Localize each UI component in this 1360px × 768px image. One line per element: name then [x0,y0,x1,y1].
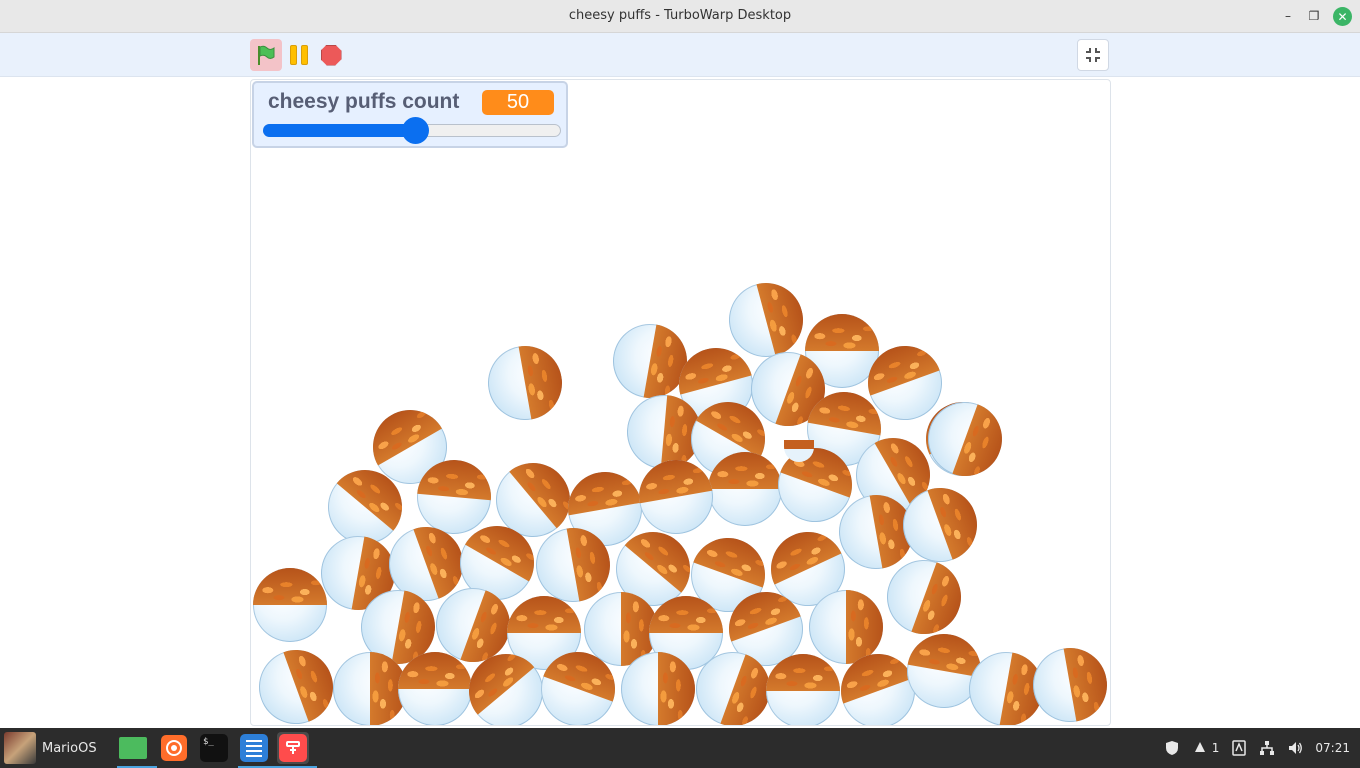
start-menu-button[interactable]: MarioOS [0,728,104,768]
avatar [4,732,36,764]
exit-fullscreen-button[interactable] [1077,39,1109,71]
puff-bowl-sprite [621,652,695,725]
clock[interactable]: 07:21 [1315,741,1350,755]
monitor-slider[interactable] [263,117,561,144]
taskbar: MarioOS $_ 1 07:21 [0,728,1360,768]
network-icon[interactable] [1259,740,1275,756]
pause-icon [301,45,308,65]
folder-icon [119,737,147,759]
exit-fullscreen-icon [1086,48,1100,62]
variable-monitor: cheesy puffs count 50 [252,81,568,148]
puff-bowl-sprite [482,340,568,426]
notification-count: 1 [1211,741,1220,755]
minimize-button[interactable]: – [1278,6,1298,26]
notification-icon[interactable] [1192,740,1208,756]
start-menu-label: MarioOS [42,740,97,756]
monitor-value: 50 [482,90,554,115]
puff-bowl-sprite [708,452,782,526]
shield-icon[interactable] [1164,740,1180,756]
player-toolbar [0,33,1360,77]
text-editor-icon [240,734,268,762]
green-flag-icon [258,45,275,65]
system-tray: 1 07:21 [1164,728,1350,768]
maximize-button[interactable]: ❐ [1304,6,1324,26]
puff-bowl-sprite [251,639,344,725]
slider-thumb[interactable] [402,117,429,144]
puff-bowl-sprite [333,652,407,725]
stop-icon [320,44,342,66]
firefox-icon [161,735,187,761]
volume-icon[interactable] [1287,740,1303,756]
taskbar-files-button[interactable] [117,732,157,768]
puff-bowl-sprite [1027,642,1110,725]
taskbar-terminal-button[interactable]: $_ [198,732,230,764]
monitor-label: cheesy puffs count [268,90,460,113]
window-title: cheesy puffs - TurboWarp Desktop [568,8,792,23]
pause-icon [290,45,297,65]
puff-bowl-sprite [253,568,327,642]
taskbar-turbowarp-button[interactable] [277,732,317,768]
close-button[interactable]: ✕ [1333,7,1352,26]
stage[interactable]: cheesy puffs count 50 [250,79,1111,726]
stop-button[interactable] [319,43,343,67]
turbowarp-icon [279,734,307,762]
pause-button[interactable] [287,43,311,67]
window-titlebar: cheesy puffs - TurboWarp Desktop – ❐ ✕ [0,0,1360,33]
puff-bowl-sprite [766,654,840,725]
taskbar-firefox-button[interactable] [158,732,190,764]
taskbar-text-editor-button[interactable] [238,732,278,768]
keyboard-layout-icon[interactable] [1231,740,1247,756]
green-flag-button[interactable] [250,39,282,71]
terminal-icon: $_ [200,734,228,762]
slider-fill [263,124,415,137]
